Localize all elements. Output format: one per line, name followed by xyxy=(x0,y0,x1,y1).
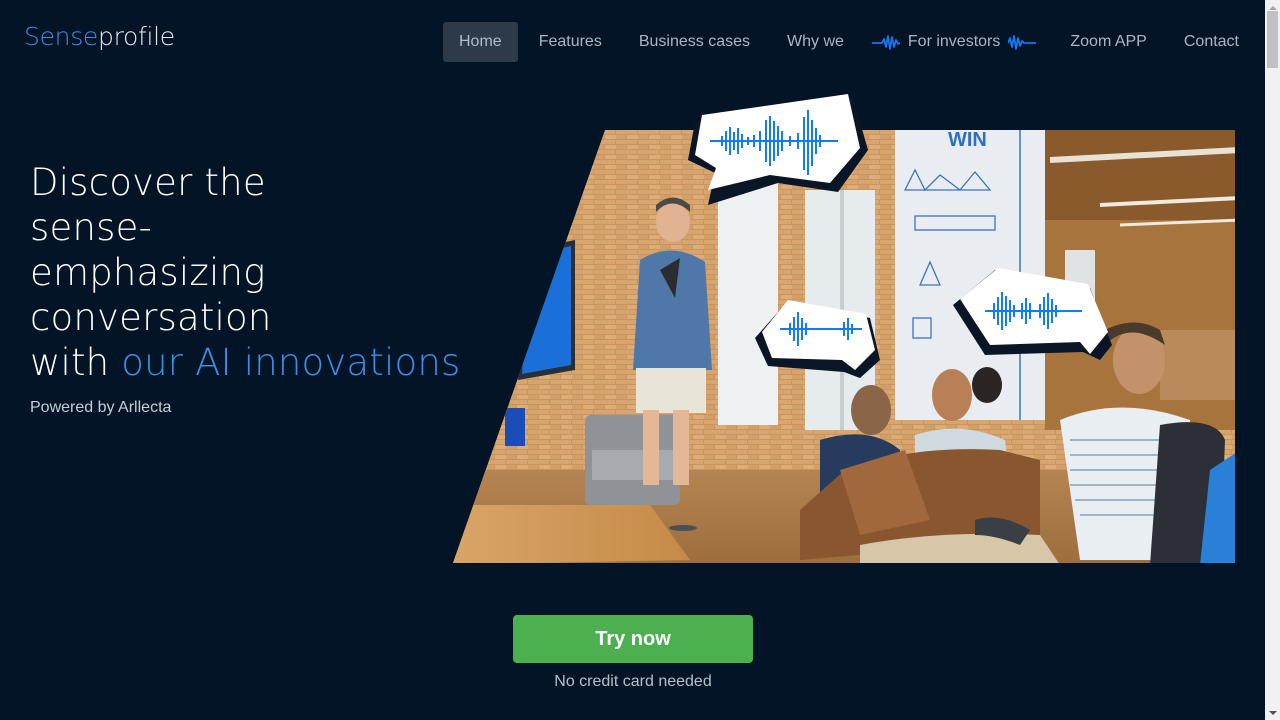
scroll-down-button[interactable] xyxy=(1265,705,1280,720)
try-now-button[interactable]: Try now xyxy=(513,615,753,663)
page: Senseprofile Home Features Business case… xyxy=(0,0,1265,720)
hero-heading-line: with our AI innovations xyxy=(30,340,460,385)
brand-logo[interactable]: Senseprofile xyxy=(24,22,175,51)
arrow-up-icon xyxy=(1268,5,1277,10)
nav-item-why-we[interactable]: Why we xyxy=(771,22,856,62)
scrollbar-thumb[interactable] xyxy=(1267,11,1278,68)
hero-image: WIN xyxy=(453,94,1235,563)
main-nav: Home Features Business cases Why we For … xyxy=(443,22,1255,62)
nav-item-for-investors[interactable]: For investors xyxy=(856,22,1048,62)
waveform-icon xyxy=(1008,35,1037,50)
hero-heading-line: conversation xyxy=(30,296,272,339)
nav-item-zoom-app[interactable]: Zoom APP xyxy=(1054,22,1162,62)
hero-heading-prefix: with xyxy=(30,341,122,384)
no-credit-card-note: No credit card needed xyxy=(554,673,712,690)
brand-logo-part1: Sense xyxy=(24,22,99,51)
nav-item-features[interactable]: Features xyxy=(523,22,618,62)
arrow-down-icon xyxy=(1268,710,1277,715)
nav-item-home[interactable]: Home xyxy=(443,22,518,62)
powered-by-text: Powered by Arllecta xyxy=(30,399,172,416)
page-scrollbar[interactable] xyxy=(1265,0,1280,720)
brand-logo-part2: profile xyxy=(98,22,175,51)
hero-heading-line: sense- xyxy=(30,206,153,249)
nav-item-for-investors-label: For investors xyxy=(907,33,1001,50)
hero-heading-accent: our AI innovations xyxy=(121,341,461,384)
hero-heading-line: Discover the xyxy=(30,161,266,204)
hero-heading: Discover the sense- emphasizing conversa… xyxy=(30,160,460,385)
svg-text:WIN: WIN xyxy=(948,129,987,151)
nav-item-contact[interactable]: Contact xyxy=(1168,22,1255,62)
nav-item-business-cases[interactable]: Business cases xyxy=(623,22,766,62)
hero-heading-line: emphasizing xyxy=(30,251,266,294)
waveform-icon xyxy=(871,35,900,50)
